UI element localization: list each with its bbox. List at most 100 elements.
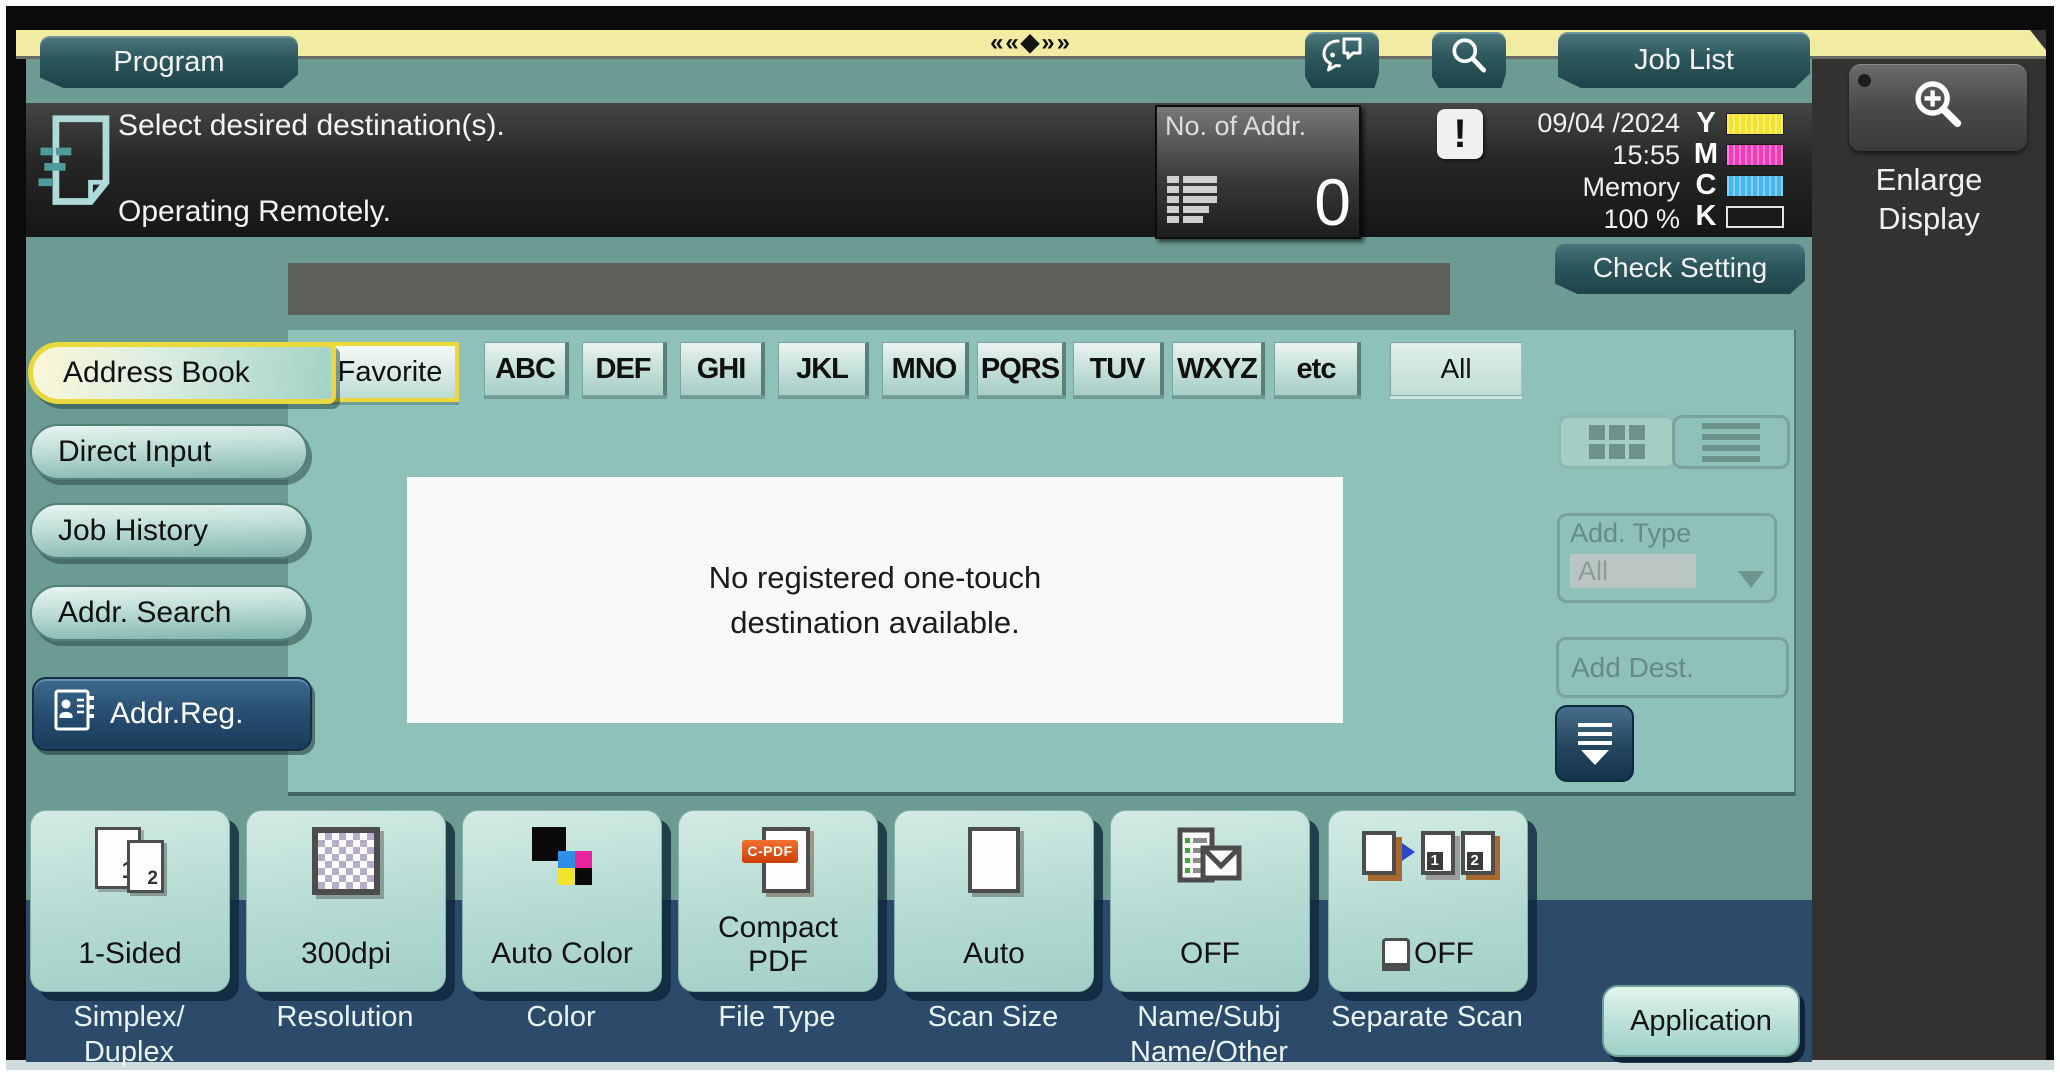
name-subj-button[interactable]: OFF xyxy=(1110,810,1310,992)
voice-guidance-icon xyxy=(1319,36,1365,84)
direct-input-label: Direct Input xyxy=(58,435,211,469)
destination-list-icon xyxy=(1167,176,1221,229)
no-of-addr-counter: No. of Addr. 0 xyxy=(1155,105,1361,239)
datetime-block: 09/04 /2024 15:55 Memory 100 % xyxy=(1360,107,1680,235)
resolution-button[interactable]: 300dpi xyxy=(246,810,446,992)
simplex-duplex-value: 1-Sided xyxy=(31,937,229,971)
toner-row: C xyxy=(1692,170,1784,201)
scroll-down-button[interactable] xyxy=(1555,705,1634,782)
arrow-down-icon xyxy=(1581,750,1609,765)
memory-value: 100 % xyxy=(1360,203,1680,235)
toner-bar-yellow xyxy=(1726,113,1784,135)
color-button[interactable]: Auto Color xyxy=(462,810,662,992)
name-subj-label: Name/SubjName/Other xyxy=(1089,1000,1329,1070)
add-type-value: All xyxy=(1570,554,1696,588)
status-date: 09/04 /2024 xyxy=(1360,107,1680,139)
toner-letter-k: K xyxy=(1692,200,1720,233)
memory-label: Memory xyxy=(1360,171,1680,203)
device-screen: Program Job List xyxy=(0,0,2060,1078)
search-button[interactable] xyxy=(1432,32,1506,88)
sidebar-item-address-book[interactable]: Address Book xyxy=(28,342,336,404)
simplex-duplex-button[interactable]: 1 2 1-Sided xyxy=(30,810,230,992)
enlarge-display-button[interactable] xyxy=(1849,64,2027,151)
addr-reg-label: Addr.Reg. xyxy=(110,697,243,731)
add-dest-label: Add Dest. xyxy=(1571,652,1694,684)
sidebar-item-job-history[interactable]: Job History xyxy=(30,503,308,559)
add-type-dropdown[interactable]: Add. Type All xyxy=(1557,513,1777,603)
file-type-label: File Type xyxy=(657,1000,897,1035)
sidebar-item-addr-search[interactable]: Addr. Search xyxy=(30,585,308,641)
program-label: Program xyxy=(113,46,224,79)
cmyk-squares-icon xyxy=(524,827,600,887)
add-dest-button[interactable]: Add Dest. xyxy=(1556,637,1789,698)
tab-tuv[interactable]: TUV xyxy=(1073,342,1164,396)
separate-scan-label: Separate Scan xyxy=(1307,1000,1547,1035)
halftone-grid-icon xyxy=(312,827,380,895)
addr-search-label: Addr. Search xyxy=(58,596,231,630)
hard-key-panel-content: Enlarge Display xyxy=(1812,30,2046,1062)
simplex-duplex-label: Simplex/Duplex xyxy=(9,1000,249,1070)
tab-pqrs[interactable]: PQRS xyxy=(977,342,1066,396)
destination-display-bar xyxy=(288,263,1450,315)
grid-view-icon xyxy=(1589,425,1645,459)
status-message-line2: Operating Remotely. xyxy=(118,195,391,229)
addr-reg-button[interactable]: Addr.Reg. xyxy=(32,677,312,751)
check-setting-button[interactable]: Check Setting xyxy=(1555,242,1805,294)
page-icon xyxy=(968,827,1020,893)
toner-bar-black xyxy=(1726,206,1784,228)
compact-pdf-icon: C-PDF xyxy=(742,827,814,891)
program-button[interactable]: Program xyxy=(40,36,298,88)
separate-scan-value: OFF xyxy=(1414,937,1474,971)
empty-destination-message: No registered one-touch destination avai… xyxy=(407,477,1343,723)
duplex-pages-icon: 1 2 xyxy=(91,827,169,893)
toner-row: K xyxy=(1692,201,1784,232)
tab-abc[interactable]: ABC xyxy=(484,342,569,396)
file-type-button[interactable]: C-PDF Compact PDF xyxy=(678,810,878,992)
empty-message-line2: destination available. xyxy=(730,600,1020,645)
list-envelope-icon xyxy=(1177,827,1243,890)
separate-scan-button[interactable]: 1 2 OFF xyxy=(1328,810,1528,992)
search-icon xyxy=(1448,35,1490,85)
scan-send-icon xyxy=(38,111,120,220)
toner-row: Y xyxy=(1692,108,1784,139)
application-button[interactable]: Application xyxy=(1602,985,1800,1057)
chevron-down-icon xyxy=(1738,571,1764,588)
color-label: Color xyxy=(441,1000,681,1035)
tab-label: Favorite xyxy=(338,356,443,389)
list-view-icon xyxy=(1702,423,1760,462)
job-history-label: Job History xyxy=(58,514,208,548)
no-of-addr-label: No. of Addr. xyxy=(1165,111,1306,142)
job-list-label: Job List xyxy=(1634,44,1734,77)
address-book-label: Address Book xyxy=(63,356,250,390)
status-message-line1: Select desired destination(s). xyxy=(118,109,505,143)
magnifier-plus-icon xyxy=(1910,78,1966,139)
view-grid-toggle[interactable] xyxy=(1558,415,1676,469)
tab-label: ABC xyxy=(495,353,555,386)
tab-label: GHI xyxy=(697,353,746,386)
resolution-label: Resolution xyxy=(225,1000,465,1035)
tab-favorite[interactable]: Favorite xyxy=(321,342,459,402)
tab-def[interactable]: DEF xyxy=(582,342,667,396)
view-list-toggle[interactable] xyxy=(1672,415,1790,469)
sidebar-item-direct-input[interactable]: Direct Input xyxy=(30,424,308,480)
tab-label: TUV xyxy=(1090,353,1145,386)
address-card-icon xyxy=(50,688,96,740)
voice-guidance-button[interactable] xyxy=(1305,32,1379,88)
enlarge-display-label: Enlarge Display xyxy=(1812,160,2046,238)
platen-glass-icon xyxy=(1382,938,1410,971)
color-value: Auto Color xyxy=(463,937,661,971)
tab-label: PQRS xyxy=(981,353,1059,386)
job-list-button[interactable]: Job List xyxy=(1558,32,1810,88)
tab-all[interactable]: All xyxy=(1390,342,1522,396)
tab-label: MNO xyxy=(892,353,957,386)
tab-mno[interactable]: MNO xyxy=(882,342,969,396)
tab-label: JKL xyxy=(796,353,848,386)
status-time: 15:55 xyxy=(1360,139,1680,171)
led-indicator xyxy=(1858,74,1871,87)
tab-ghi[interactable]: GHI xyxy=(680,342,765,396)
check-setting-label: Check Setting xyxy=(1593,252,1767,284)
tab-wxyz[interactable]: WXYZ xyxy=(1172,342,1265,396)
tab-jkl[interactable]: JKL xyxy=(778,342,869,396)
scan-size-button[interactable]: Auto xyxy=(894,810,1094,992)
tab-etc[interactable]: etc xyxy=(1274,342,1361,396)
